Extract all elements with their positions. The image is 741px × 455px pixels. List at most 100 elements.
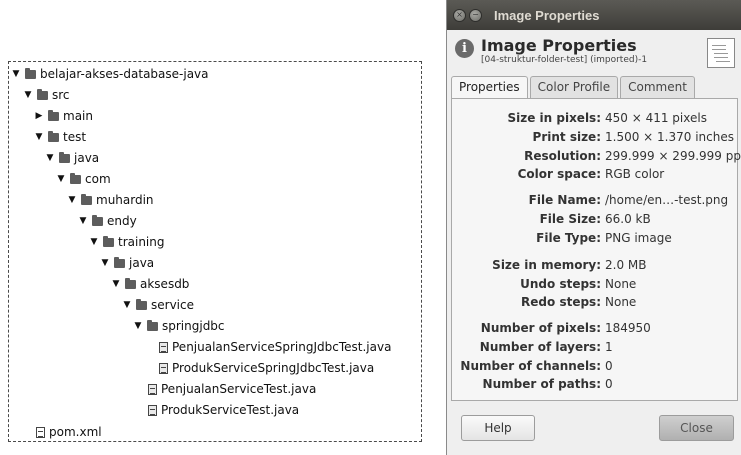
dialog-heading: Image Properties bbox=[481, 36, 637, 55]
java-file-icon bbox=[159, 362, 168, 374]
expanded-arrow-icon[interactable]: ▼ bbox=[34, 127, 44, 147]
tree-node-endy[interactable]: ▼ endy bbox=[78, 211, 137, 231]
tree-node-label: endy bbox=[107, 214, 137, 228]
tree-node-service[interactable]: ▼ service bbox=[122, 295, 194, 315]
tree-node-file[interactable]: ProdukServiceSpringJdbcTest.java bbox=[159, 358, 374, 378]
tree-node-aksesdb[interactable]: ▼ aksesdb bbox=[111, 274, 190, 294]
dialog-header: i Image Properties [04-struktur-folder-t… bbox=[447, 30, 741, 74]
expanded-arrow-icon[interactable]: ▼ bbox=[56, 169, 66, 189]
tree-node-label: pom.xml bbox=[49, 425, 102, 439]
property-value: None bbox=[605, 295, 637, 309]
tree-node-main[interactable]: ▶ main bbox=[34, 106, 93, 126]
expanded-arrow-icon[interactable]: ▼ bbox=[111, 274, 121, 294]
property-label: Size in pixels: bbox=[507, 111, 601, 125]
tree-node-label: java bbox=[129, 256, 155, 270]
property-value: /home/en…-test.png bbox=[605, 193, 729, 207]
property-label: Number of pixels: bbox=[480, 321, 601, 335]
expanded-arrow-icon[interactable]: ▼ bbox=[78, 211, 88, 231]
tab-bar: Properties Color Profile Comment bbox=[451, 76, 697, 99]
tree-node-src[interactable]: ▼ src bbox=[23, 85, 70, 105]
folder-icon bbox=[59, 151, 70, 163]
tree-node-label: service bbox=[151, 298, 194, 312]
tree-node-test[interactable]: ▼ test bbox=[34, 127, 87, 147]
tree-node-label: muhardin bbox=[96, 193, 154, 207]
tree-node-file[interactable]: ProdukServiceTest.java bbox=[148, 400, 299, 420]
tree-node-label: ProdukServiceTest.java bbox=[161, 403, 300, 417]
property-label: Resolution: bbox=[524, 149, 601, 163]
folder-icon bbox=[81, 193, 92, 205]
property-row: File Type: PNG image bbox=[452, 229, 672, 247]
tree-node-muhardin[interactable]: ▼ muhardin bbox=[67, 190, 154, 210]
folder-icon bbox=[70, 172, 81, 184]
expanded-arrow-icon[interactable]: ▼ bbox=[100, 253, 110, 273]
close-window-icon[interactable]: × bbox=[453, 8, 466, 22]
image-thumbnail bbox=[707, 38, 735, 68]
expanded-arrow-icon[interactable]: ▼ bbox=[67, 190, 77, 210]
property-value: 1 bbox=[605, 340, 613, 354]
property-row: Resolution: 299.999 × 299.999 ppi bbox=[452, 147, 741, 165]
tab-color-profile[interactable]: Color Profile bbox=[529, 76, 619, 98]
tree-node-training[interactable]: ▼ training bbox=[89, 232, 165, 252]
tree-node-file[interactable]: PenjualanServiceTest.java bbox=[148, 379, 316, 399]
tree-node-root[interactable]: ▼ belajar-akses-database-java bbox=[11, 64, 209, 84]
expanded-arrow-icon[interactable]: ▼ bbox=[89, 232, 99, 252]
folder-icon bbox=[25, 67, 36, 79]
xml-file-icon bbox=[36, 426, 45, 438]
expanded-arrow-icon[interactable]: ▼ bbox=[133, 316, 143, 336]
expanded-arrow-icon[interactable]: ▼ bbox=[45, 148, 55, 168]
property-row: Size in memory: 2.0 MB bbox=[452, 256, 646, 274]
expanded-arrow-icon[interactable]: ▼ bbox=[11, 64, 21, 84]
window-titlebar[interactable]: × − Image Properties bbox=[447, 0, 741, 30]
collapsed-arrow-icon[interactable]: ▶ bbox=[34, 106, 44, 126]
property-value: 184950 bbox=[605, 321, 651, 335]
tree-node-file[interactable]: PenjualanServiceSpringJdbcTest.java bbox=[159, 337, 391, 357]
tree-node-springjdbc[interactable]: ▼ springjdbc bbox=[133, 316, 225, 336]
help-button[interactable]: Help bbox=[461, 415, 535, 441]
property-row: Number of paths: 0 bbox=[452, 375, 613, 393]
property-row: Size in pixels: 450 × 411 pixels bbox=[452, 109, 707, 127]
expanded-arrow-icon[interactable]: ▼ bbox=[122, 295, 132, 315]
folder-icon bbox=[37, 88, 48, 100]
property-row: Number of pixels: 184950 bbox=[452, 319, 651, 337]
property-label: Number of channels: bbox=[460, 359, 601, 373]
property-row: Number of layers: 1 bbox=[452, 338, 613, 356]
tree-node-label: training bbox=[118, 235, 165, 249]
window-title: Image Properties bbox=[494, 7, 600, 23]
tree-node-label: ProdukServiceSpringJdbcTest.java bbox=[172, 361, 375, 375]
property-value: 450 × 411 pixels bbox=[605, 111, 707, 125]
property-row: File Name: /home/en…-test.png bbox=[452, 191, 728, 209]
tree-node-label: test bbox=[63, 130, 87, 144]
expanded-arrow-icon[interactable]: ▼ bbox=[23, 85, 33, 105]
tree-node-label: com bbox=[85, 172, 111, 186]
property-row: Undo steps: None bbox=[452, 275, 636, 293]
folder-icon bbox=[103, 235, 114, 247]
java-file-icon bbox=[148, 383, 157, 395]
properties-panel: Size in pixels: 450 × 411 pixels Print s… bbox=[451, 98, 741, 401]
property-value: 0 bbox=[605, 359, 613, 373]
property-label: File Size: bbox=[539, 212, 601, 226]
file-tree-panel: ▼ belajar-akses-database-java ▼ src ▶ ma… bbox=[8, 61, 422, 442]
property-label: Color space: bbox=[517, 167, 601, 181]
tree-node-label: PenjualanServiceTest.java bbox=[161, 382, 317, 396]
tree-node-label: main bbox=[63, 109, 93, 123]
folder-icon bbox=[48, 109, 59, 121]
tab-properties[interactable]: Properties bbox=[451, 76, 528, 99]
tab-comment[interactable]: Comment bbox=[620, 76, 695, 98]
property-row: Print size: 1.500 × 1.370 inches bbox=[452, 128, 734, 146]
tree-node-label: src bbox=[52, 88, 70, 102]
property-label: Size in memory: bbox=[492, 258, 601, 272]
property-value: 66.0 kB bbox=[605, 212, 651, 226]
minimize-window-icon[interactable]: − bbox=[469, 8, 482, 22]
tree-node-java-2[interactable]: ▼ java bbox=[100, 253, 155, 273]
tree-node-pom[interactable]: pom.xml bbox=[36, 422, 102, 442]
tree-node-java[interactable]: ▼ java bbox=[45, 148, 100, 168]
tree-node-label: springjdbc bbox=[162, 319, 225, 333]
property-value: None bbox=[605, 277, 637, 291]
close-button[interactable]: Close bbox=[659, 415, 734, 441]
folder-icon bbox=[147, 319, 158, 331]
tree-node-label: aksesdb bbox=[140, 277, 190, 291]
tree-node-com[interactable]: ▼ com bbox=[56, 169, 111, 189]
folder-icon bbox=[125, 277, 136, 289]
property-value: RGB color bbox=[605, 167, 665, 181]
property-label: Number of paths: bbox=[482, 377, 601, 391]
